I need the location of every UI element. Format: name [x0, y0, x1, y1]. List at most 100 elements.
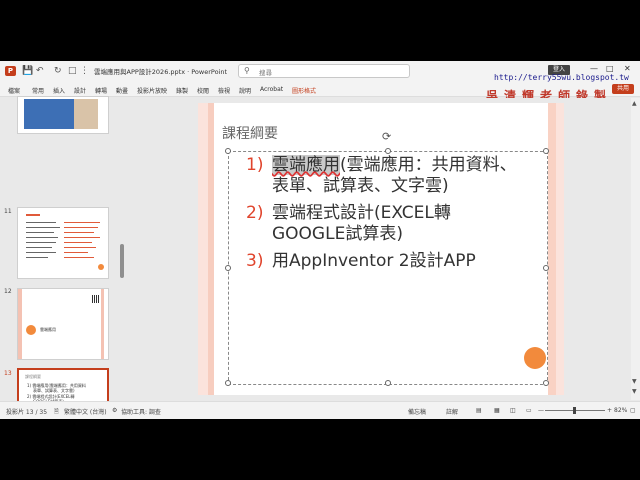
accessibility-status[interactable]: 協助工具: 調查 [121, 407, 161, 416]
tab-record[interactable]: 錄製 [176, 86, 188, 95]
minimize-icon[interactable]: — [590, 64, 598, 73]
scroll-down-icon[interactable]: ▼ [632, 378, 637, 385]
slide-scrollbar[interactable]: ▲ ▼ ▼ [631, 98, 640, 400]
rotate-handle-icon[interactable]: ⟳ [382, 130, 391, 143]
tab-help[interactable]: 說明 [239, 86, 251, 95]
thumbnail-title: 課程綱要 [25, 374, 41, 379]
thumbnail-line [64, 232, 94, 233]
notes-button[interactable]: 備忘稿 [408, 407, 426, 416]
thumbnail-line [26, 242, 56, 243]
slideshow-icon[interactable]: ▭ [526, 407, 532, 414]
thumbnail-line [64, 227, 98, 228]
slide-thumbnail-11[interactable] [17, 207, 109, 279]
thumbnail-stripe [101, 289, 104, 359]
tab-review[interactable]: 校閱 [197, 86, 209, 95]
resize-handle[interactable] [543, 380, 549, 386]
accessibility-icon[interactable]: ⚙ [112, 407, 117, 414]
slide-title[interactable]: 課程綱要 [222, 123, 278, 143]
search-input[interactable]: ⚲ 搜尋 [238, 64, 410, 78]
search-icon: ⚲ [244, 66, 250, 75]
decorative-orange-dot [524, 347, 546, 369]
tab-file[interactable]: 檔案 [8, 86, 20, 95]
tab-slideshow[interactable]: 投影片放映 [137, 86, 167, 95]
resize-handle[interactable] [225, 380, 231, 386]
scroll-up-icon[interactable]: ▲ [632, 100, 637, 107]
document-title: 雲端應用與APP設計2026.pptx · PowerPoint [94, 68, 228, 76]
resize-handle[interactable] [543, 148, 549, 154]
thumbnail-number: 11 [4, 208, 12, 215]
language-indicator[interactable]: 繁體中文 (台灣) [64, 407, 107, 416]
maximize-icon[interactable]: □ [606, 64, 614, 73]
watermark-url: http://terry55wu.blogspot.tw [494, 73, 629, 82]
list-item[interactable]: 1) 雲端應用(雲端應用：共用資料、 表單、試算表、文字雲) [246, 155, 564, 197]
qr-code-icon [92, 295, 100, 303]
normal-view-icon[interactable]: ▤ [476, 407, 482, 414]
thumbnail-number: 12 [4, 288, 12, 295]
list-item-text[interactable]: 雲端程式設計(EXCEL轉 GOOGLE試算表) [272, 203, 564, 245]
thumbnail-line [64, 252, 88, 253]
thumbnail-label: 雲端應用 [40, 327, 56, 332]
thumbnail-line [64, 222, 100, 223]
thumbnail-photo [24, 99, 74, 129]
comments-button[interactable]: 註解 [446, 407, 458, 416]
thumbnail-line [64, 242, 92, 243]
list-item[interactable]: 3) 用AppInventor 2設計APP [246, 251, 564, 272]
slide-canvas[interactable]: 課程綱要 ⟳ 1) 雲端應用(雲端應用：共用資料、 表單、試算表、文字雲) 2)… [198, 103, 564, 395]
tab-view[interactable]: 檢視 [218, 86, 230, 95]
thumbnail-dot [98, 264, 104, 270]
tab-home[interactable]: 常用 [32, 86, 44, 95]
thumbnail-line [26, 237, 58, 238]
scroll-down-icon[interactable]: ▼ [632, 388, 637, 395]
highlighted-text[interactable]: 雲端應用 [272, 155, 340, 175]
thumbnail-line [64, 237, 100, 238]
resize-handle[interactable] [385, 380, 391, 386]
slide-sorter-icon[interactable]: ▦ [494, 407, 500, 414]
thumbnail-scrollbar[interactable] [120, 244, 124, 278]
tab-design[interactable]: 設計 [74, 86, 86, 95]
thumbnail-line [26, 247, 52, 248]
thumbnail-line-text: 表單、試算表、文字雲) [33, 388, 75, 393]
close-icon[interactable]: ✕ [624, 64, 631, 73]
resize-handle[interactable] [225, 265, 231, 271]
zoom-level[interactable]: 82% [614, 407, 627, 414]
zoom-slider-thumb[interactable] [573, 407, 576, 414]
tab-insert[interactable]: 插入 [53, 86, 65, 95]
present-icon[interactable]: □ [68, 65, 77, 77]
tab-shape-format[interactable]: 圖形格式 [292, 86, 316, 95]
list-item[interactable]: 2) 雲端程式設計(EXCEL轉 GOOGLE試算表) [246, 203, 564, 245]
fit-slide-icon[interactable]: ▢ [630, 407, 636, 414]
thumbnail-line [26, 232, 54, 233]
powerpoint-logo-icon: P [5, 66, 16, 76]
list-number: 1) [246, 155, 264, 175]
zoom-out-icon[interactable]: — [538, 407, 544, 414]
thumbnail-number: 13 [4, 370, 12, 377]
thumbnail-line [26, 227, 60, 228]
share-button[interactable]: 共用 [612, 84, 634, 94]
list-item-text[interactable]: 用AppInventor 2設計APP [272, 251, 564, 272]
resize-handle[interactable] [385, 148, 391, 154]
undo-icon[interactable]: ↶ [36, 65, 44, 77]
slide-left-stripe [208, 103, 214, 395]
zoom-in-icon[interactable]: + [607, 407, 612, 414]
redo-icon[interactable]: ↻ [54, 65, 62, 77]
status-bar: 投影片 13 / 35 🗎 繁體中文 (台灣) ⚙ 協助工具: 調查 備忘稿 註… [0, 401, 640, 419]
save-icon[interactable]: 💾 [22, 65, 33, 77]
tab-transitions[interactable]: 轉場 [95, 86, 107, 95]
thumbnail-photo-2 [74, 99, 98, 129]
resize-handle[interactable] [225, 148, 231, 154]
tab-animations[interactable]: 動畫 [116, 86, 128, 95]
reading-view-icon[interactable]: ◫ [510, 407, 516, 414]
thumbnail-dot [26, 325, 36, 335]
screen: P 💾 ↶ ↻ □ ⋮ 雲端應用與APP設計2026.pptx · PowerP… [0, 0, 640, 480]
slide-thumbnail-10[interactable] [17, 96, 109, 134]
slide-thumbnail-pane: 11 12 雲端應用 13 課程綱要 1) 雲端應用(雲端應用：共用資料 表單、… [0, 96, 128, 419]
search-placeholder: 搜尋 [259, 69, 272, 77]
list-number: 2) [246, 203, 264, 223]
slide-counter: 投影片 13 / 35 [6, 409, 48, 416]
thumbnail-line [64, 247, 96, 248]
customize-icon[interactable]: ⋮ [80, 65, 89, 77]
spellcheck-icon[interactable]: 🗎 [54, 407, 59, 417]
slide-thumbnail-12[interactable]: 雲端應用 [17, 288, 109, 360]
tab-acrobat[interactable]: Acrobat [260, 86, 283, 93]
thumbnail-line [26, 222, 56, 223]
